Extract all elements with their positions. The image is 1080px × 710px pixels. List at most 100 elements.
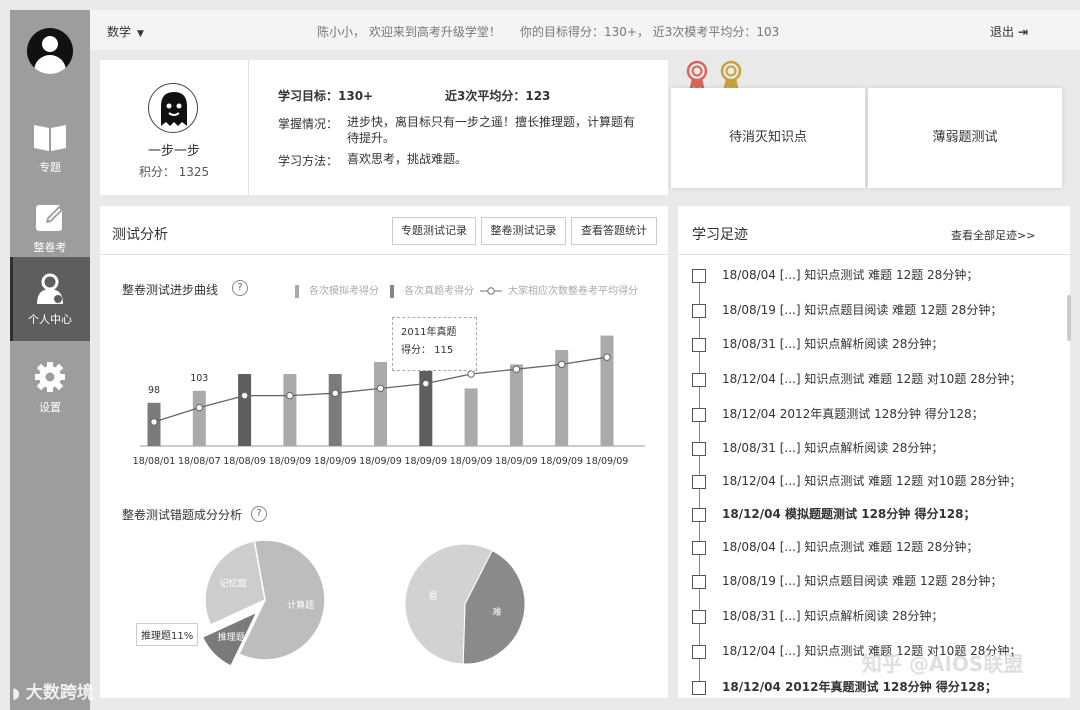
footprint-text: 18/08/19 [...] 知识点题目阅读 难题 12题 28分钟； [722, 574, 1003, 588]
x-tick-label: 18/09/09 [586, 456, 629, 467]
logout-button[interactable]: 退出 ⇥ [990, 23, 1028, 40]
footprint-checkbox[interactable] [692, 372, 706, 387]
help-icon[interactable]: ? [232, 280, 248, 296]
chart-bar [509, 364, 523, 446]
footprint-item[interactable]: 18/12/04 [...] 知识点测试 难题 12题 对10题 28分钟； [692, 472, 1021, 492]
chart-bar [374, 362, 387, 446]
x-tick-label: 18/09/09 [359, 456, 402, 467]
sidebar-item-label: 整卷考 [33, 241, 67, 254]
footprint-item[interactable]: 18/08/19 [...] 知识点题目阅读 难题 12题 28分钟； [692, 572, 1002, 592]
legend-label: 各次模拟考得分 [309, 286, 379, 297]
pie-label: 推理题 [218, 631, 245, 643]
logout-icon: ⇥ [1018, 25, 1029, 39]
average-point [558, 360, 566, 369]
legend-label: 大家相应次数整卷考平均得分 [508, 286, 638, 297]
footprint-checkbox[interactable] [692, 680, 706, 695]
x-tick-label: 18/09/09 [540, 456, 583, 467]
subject-selector[interactable]: 数学 ▼ [107, 23, 144, 40]
profile-card: 一步一步 积分： 1325 学习目标：130+ 近3次平均分：123 掌握情况：… [100, 60, 668, 195]
footprint-text: 18/12/04 [...] 知识点测试 难题 12题 对10题 28分钟； [722, 372, 1022, 386]
average-point [286, 391, 294, 400]
x-tick-label: 18/08/07 [178, 456, 221, 467]
average-point [603, 353, 611, 361]
footprint-text: 18/08/31 [...] 知识点解析阅读 28分钟； [722, 337, 944, 351]
tooltip-title: 2011年真题 [401, 327, 457, 338]
x-tick-label: 18/09/09 [269, 456, 312, 467]
footprint-text: 18/08/19 [...] 知识点题目阅读 难题 12题 28分钟； [722, 303, 1003, 317]
sidebar-item-settings[interactable]: 设置 [10, 345, 90, 429]
pie-label: 易 [429, 591, 438, 602]
footprint-checkbox[interactable] [692, 574, 706, 589]
footprint-checkbox[interactable] [692, 303, 706, 318]
sidebar-item-label: 个人中心 [28, 313, 72, 326]
footprint-item[interactable]: 18/12/04 2012年真题测试 128分钟 得分128； [692, 405, 984, 425]
watermark: 知乎 @AIOS联盟 [862, 652, 1024, 676]
learning-footprint-card: 学习足迹 查看全部足迹>> 18/08/04 [...] 知识点测试 难题 12… [678, 206, 1070, 698]
footprint-text: 18/12/04 2012年真题测试 128分钟 得分128； [722, 407, 984, 421]
subject-label: 数学 [107, 25, 132, 39]
pie-label: 计算题 [287, 599, 314, 611]
footprint-checkbox[interactable] [692, 441, 706, 456]
x-tick-label: 18/09/09 [450, 456, 493, 467]
footprint-item[interactable]: 18/08/04 [...] 知识点测试 难题 12题 28分钟； [692, 538, 978, 558]
footprint-item[interactable]: 18/12/04 [...] 知识点测试 难题 12题 对10题 28分钟； [692, 370, 1021, 390]
method-label: 学习方法： [278, 154, 339, 168]
average-point [240, 391, 249, 400]
footprint-item[interactable]: 18/12/04 2012年真题测试 128分钟 得分128； [692, 678, 997, 698]
view-all-footprints-link[interactable]: 查看全部足迹>> [951, 227, 1035, 243]
footprint-item[interactable]: 18/08/31 [...] 知识点解析阅读 28分钟； [692, 335, 943, 355]
ghost-avatar-icon [161, 92, 187, 126]
chart-bar [283, 374, 297, 446]
weak-questions-tile[interactable]: 薄弱题测试 [868, 88, 1062, 188]
topic-test-records-button[interactable]: 专题测试记录 [392, 217, 476, 245]
answer-stats-button[interactable]: 查看答题统计 [571, 217, 657, 245]
footprint-text: 18/08/31 [...] 知识点解析阅读 28分钟； [722, 441, 944, 455]
exam-test-records-button[interactable]: 整卷测试记录 [481, 217, 566, 245]
footprint-checkbox[interactable] [692, 644, 706, 659]
footprint-checkbox[interactable] [692, 540, 706, 555]
chart-bar [238, 374, 252, 446]
error-type-pie: 计算题推理题 记忆题 [201, 539, 326, 668]
footprint-checkbox[interactable] [692, 474, 706, 489]
footprint-item[interactable]: 18/08/31 [...] 知识点解析阅读 28分钟； [692, 439, 943, 459]
scrollbar-thumb[interactable] [1067, 295, 1071, 341]
watermark: ◗ 大数跨境 [12, 678, 94, 703]
user-avatar[interactable] [27, 28, 73, 74]
footprint-checkbox[interactable] [692, 507, 706, 522]
x-tick-label: 18/09/09 [404, 456, 447, 467]
data-label: 98 [148, 385, 160, 396]
footprint-checkbox[interactable] [692, 337, 706, 352]
help-icon[interactable]: ? [251, 506, 267, 522]
chart-tooltip: 2011年真题 得分： 115 [392, 317, 477, 371]
footprint-item[interactable]: 18/08/19 [...] 知识点题目阅读 难题 12题 28分钟； [692, 301, 1002, 321]
chart-bar [192, 390, 206, 446]
chart-bar [419, 362, 433, 446]
user-icon [37, 273, 63, 304]
footprint-text: 18/08/31 [...] 知识点解析阅读 28分钟； [722, 609, 944, 623]
chart-bar [600, 335, 614, 446]
divider [248, 60, 249, 195]
mastery-text: 进步快，离目标只有一步之遥！擅长推理题，计算题有待提升。 [347, 115, 636, 145]
edit-icon [36, 205, 64, 231]
x-tick-label: 18/09/09 [314, 456, 357, 467]
footprint-item[interactable]: 18/08/31 [...] 知识点解析阅读 28分钟； [692, 607, 943, 627]
sidebar-item-label: 专题 [39, 161, 61, 174]
chart-bar [464, 388, 478, 446]
footprint-checkbox[interactable] [692, 609, 706, 624]
footprint-checkbox[interactable] [692, 407, 706, 422]
knowledge-points-tile[interactable]: 待消灭知识点 [671, 88, 865, 188]
average-point [150, 418, 158, 426]
watermark-text: 大数跨境 [25, 683, 94, 703]
legend-swatch [390, 284, 394, 298]
test-analysis-card: 测试分析 专题测试记录 整卷测试记录 查看答题统计 整卷测试进步曲线 ? 各次模… [100, 206, 668, 698]
sidebar-item-topics[interactable]: 专题 [10, 105, 90, 189]
data-label: 103 [190, 373, 208, 384]
x-tick-label: 18/08/01 [133, 456, 176, 467]
progress-chart-title: 整卷测试进步曲线 [122, 283, 219, 297]
difficulty-pie: 难易 [404, 543, 526, 665]
footprint-item[interactable]: 18/08/04 [...] 知识点测试 难题 12题 28分钟； [692, 266, 978, 286]
footprint-item[interactable]: 18/12/04 模拟题题测试 128分钟 得分128； [692, 505, 976, 525]
tooltip-score: 得分： 115 [401, 345, 454, 356]
sidebar-item-personal-center[interactable]: 个人中心 [10, 257, 90, 341]
footprint-checkbox[interactable] [692, 268, 706, 283]
